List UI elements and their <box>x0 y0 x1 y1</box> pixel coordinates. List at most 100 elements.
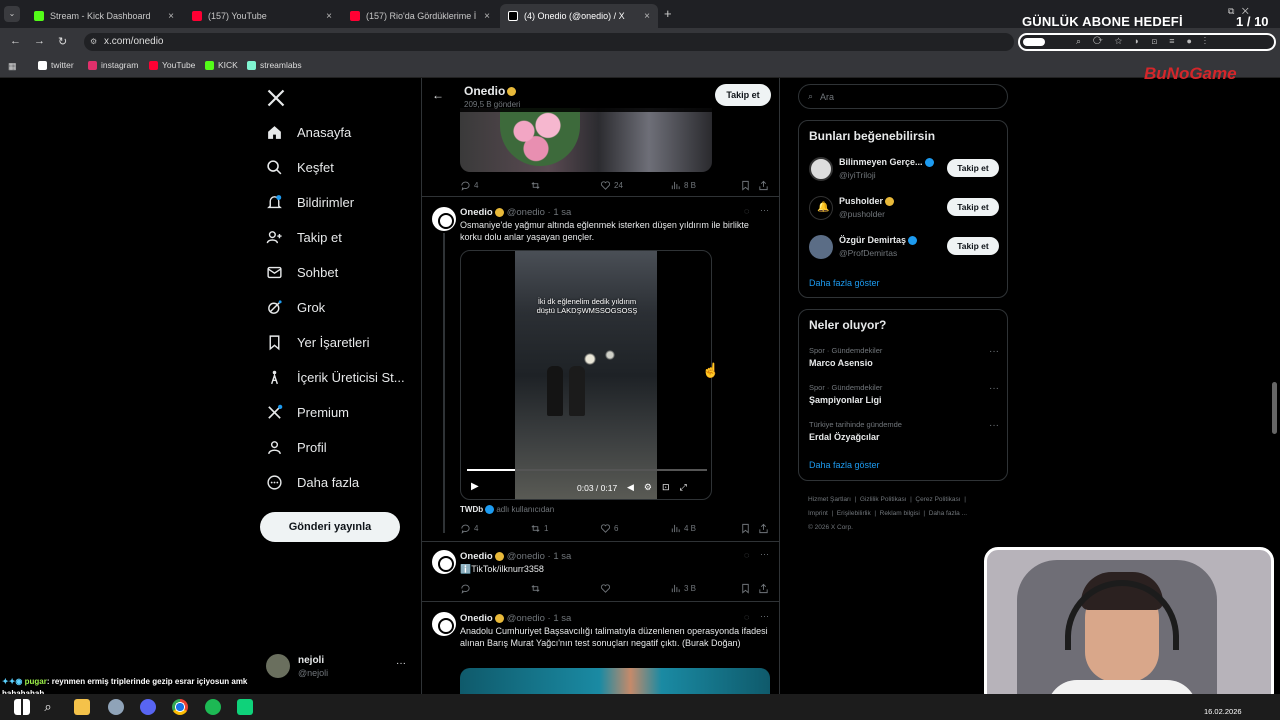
nav-home[interactable]: Anasayfa <box>266 124 351 141</box>
bookmark-button[interactable] <box>740 180 751 191</box>
browser-tab-active[interactable]: (4) Onedio (@onedio) / X × <box>500 4 658 28</box>
views-button[interactable]: 4 B <box>670 523 696 534</box>
more-dots-icon[interactable]: ··· <box>760 611 769 621</box>
nav-creator-studio[interactable]: İçerik Üreticisi St... <box>266 369 405 386</box>
reply-button[interactable]: 4 <box>460 180 478 191</box>
reply-button[interactable]: 4 <box>460 523 478 534</box>
file-explorer-icon[interactable] <box>74 699 90 715</box>
follow-button[interactable]: Takip et <box>947 159 999 177</box>
windows-start-icon[interactable] <box>14 699 30 715</box>
tweet[interactable]: Onedio @onedio · 1 sa ◌ ··· Osmaniye'de y… <box>422 197 779 542</box>
more-dots-icon[interactable]: ··· <box>760 205 769 215</box>
nav-explore[interactable]: Keşfet <box>266 159 334 176</box>
grok-icon[interactable]: ◌ <box>744 206 749 216</box>
bookmark-youtube[interactable]: YouTube <box>149 60 195 70</box>
post-button[interactable]: Gönderi yayınla <box>260 512 400 542</box>
page-scrollbar[interactable] <box>1272 382 1277 434</box>
browser-tab[interactable]: (157) Rio'da Gördüklerime İnan × <box>342 4 498 28</box>
back-icon[interactable]: ← <box>10 35 21 47</box>
trend-item[interactable]: Spor · Gündemdekiler Marco Asensio ··· <box>809 346 999 368</box>
x-logo-icon[interactable] <box>266 88 286 108</box>
tweet-image[interactable] <box>460 108 712 172</box>
nav-premium[interactable]: Premium <box>266 404 349 421</box>
share-button[interactable] <box>758 583 769 594</box>
app-icon[interactable] <box>108 699 124 715</box>
bookmark-twitter[interactable]: twitter <box>38 60 74 70</box>
account-switcher[interactable]: nejoli @nejoli ··· <box>266 652 416 682</box>
close-tab-icon[interactable]: × <box>326 11 332 22</box>
nav-chat[interactable]: Sohbet <box>266 264 338 281</box>
chrome-icon[interactable] <box>172 699 188 715</box>
grok-icon[interactable]: ◌ <box>744 550 749 560</box>
nav-notifications[interactable]: Bildirimler <box>266 194 354 211</box>
more-dots-icon[interactable]: ··· <box>989 346 999 357</box>
trend-item[interactable]: Spor · Gündemdekiler Şampiyonlar Ligi ··… <box>809 383 999 405</box>
play-icon[interactable]: ▶ <box>471 481 479 492</box>
apps-grid-icon[interactable]: ▦ <box>8 61 17 72</box>
spotify-icon[interactable] <box>205 699 221 715</box>
browser-tab[interactable]: Stream - Kick Dashboard × <box>26 4 182 28</box>
new-tab-button[interactable]: + <box>664 6 672 21</box>
forward-icon[interactable]: → <box>34 35 45 47</box>
share-button[interactable] <box>758 523 769 534</box>
retweet-button[interactable]: 1 <box>530 523 548 534</box>
footer-link[interactable]: Çerez Politikası <box>915 496 960 503</box>
close-tab-icon[interactable]: × <box>644 11 650 22</box>
footer-link[interactable]: Gizlilik Politikası <box>860 496 907 503</box>
tweet[interactable]: Onedio @onedio · 1 sa ◌ ··· Anadolu Cumhu… <box>422 602 779 694</box>
video-progress[interactable] <box>467 469 707 471</box>
show-more-link[interactable]: Daha fazla göster <box>809 278 880 288</box>
views-button[interactable]: 3 B <box>670 583 696 594</box>
bookmark-streamlabs[interactable]: streamlabs <box>247 60 302 70</box>
footer-link[interactable]: Imprint <box>808 510 828 517</box>
bookmark-button[interactable] <box>740 523 751 534</box>
site-info-icon[interactable]: ⚙ <box>90 33 97 51</box>
suggested-account[interactable]: Özgür Demirtaş @ProfDemirtas Takip et <box>809 233 999 261</box>
show-more-link[interactable]: Daha fazla göster <box>809 460 880 470</box>
toolbar-icons[interactable]: ⌕⟳☆◗⊡≡●⋮ <box>1076 36 1218 47</box>
more-dots-icon[interactable]: ··· <box>989 383 999 394</box>
views-button[interactable]: 8 B <box>670 180 696 191</box>
nav-bookmarks[interactable]: Yer İşaretleri <box>266 334 370 351</box>
browser-tab[interactable]: (157) YouTube × <box>184 4 340 28</box>
search-icon[interactable]: ⌕ <box>40 699 56 715</box>
tweet-image[interactable] <box>460 668 770 694</box>
bookmark-kick[interactable]: KICK <box>205 60 238 70</box>
bookmark-button[interactable] <box>740 583 751 594</box>
search-box[interactable]: ⌕ Ara <box>798 84 1008 109</box>
close-tab-icon[interactable]: × <box>168 11 174 22</box>
like-button[interactable]: 6 <box>600 523 618 534</box>
app-icon[interactable] <box>237 699 253 715</box>
footer-link[interactable]: Hizmet Şartları <box>808 496 851 503</box>
footer-link[interactable]: Erişilebilirlik <box>837 510 871 517</box>
retweet-button[interactable] <box>530 180 541 191</box>
suggested-account[interactable]: 🔔 Pusholder @pusholder Takip et <box>809 194 999 222</box>
nav-more[interactable]: Daha fazla <box>266 474 359 491</box>
more-dots-icon[interactable]: ··· <box>760 549 769 559</box>
address-bar[interactable]: ⚙ x.com/onedio <box>84 33 1014 51</box>
retweet-button[interactable] <box>530 583 541 594</box>
reload-icon[interactable]: ↻ <box>58 35 67 48</box>
share-button[interactable] <box>758 180 769 191</box>
more-dots-icon[interactable]: ··· <box>989 420 999 431</box>
footer-link[interactable]: Daha fazla ... <box>929 510 967 517</box>
follow-button[interactable]: Takip et <box>947 198 999 216</box>
bookmark-instagram[interactable]: instagram <box>88 60 138 70</box>
follow-button[interactable]: Takip et <box>947 237 999 255</box>
trend-item[interactable]: Türkiye tarihinde gündemde Erdal Özyağcı… <box>809 420 999 442</box>
header-follow-button[interactable]: Takip et <box>715 84 771 106</box>
like-button[interactable] <box>600 583 611 594</box>
video-controls[interactable]: ◀⚙⊡⤢ <box>627 482 697 493</box>
back-arrow-icon[interactable]: ← <box>432 88 444 102</box>
close-tab-icon[interactable]: × <box>484 11 490 22</box>
tweet[interactable]: Onedio @onedio · 1 sa ◌ ··· ℹ️TikTok/ilkn… <box>422 542 779 602</box>
nav-follow[interactable]: Takip et <box>266 229 342 246</box>
nav-grok[interactable]: Grok <box>266 299 325 316</box>
video-player[interactable]: İki dk eğlenelim dedik yıldırım düştü LA… <box>460 250 712 500</box>
footer-link[interactable]: Reklam bilgisi <box>880 510 920 517</box>
suggested-account[interactable]: Bilinmeyen Gerçe... @iyiTriloji Takip et <box>809 155 999 183</box>
like-button[interactable]: 24 <box>600 180 623 191</box>
tab-list-icon[interactable]: ⌄ <box>4 6 20 22</box>
more-dots-icon[interactable]: ··· <box>396 658 406 669</box>
grok-icon[interactable]: ◌ <box>744 612 749 622</box>
